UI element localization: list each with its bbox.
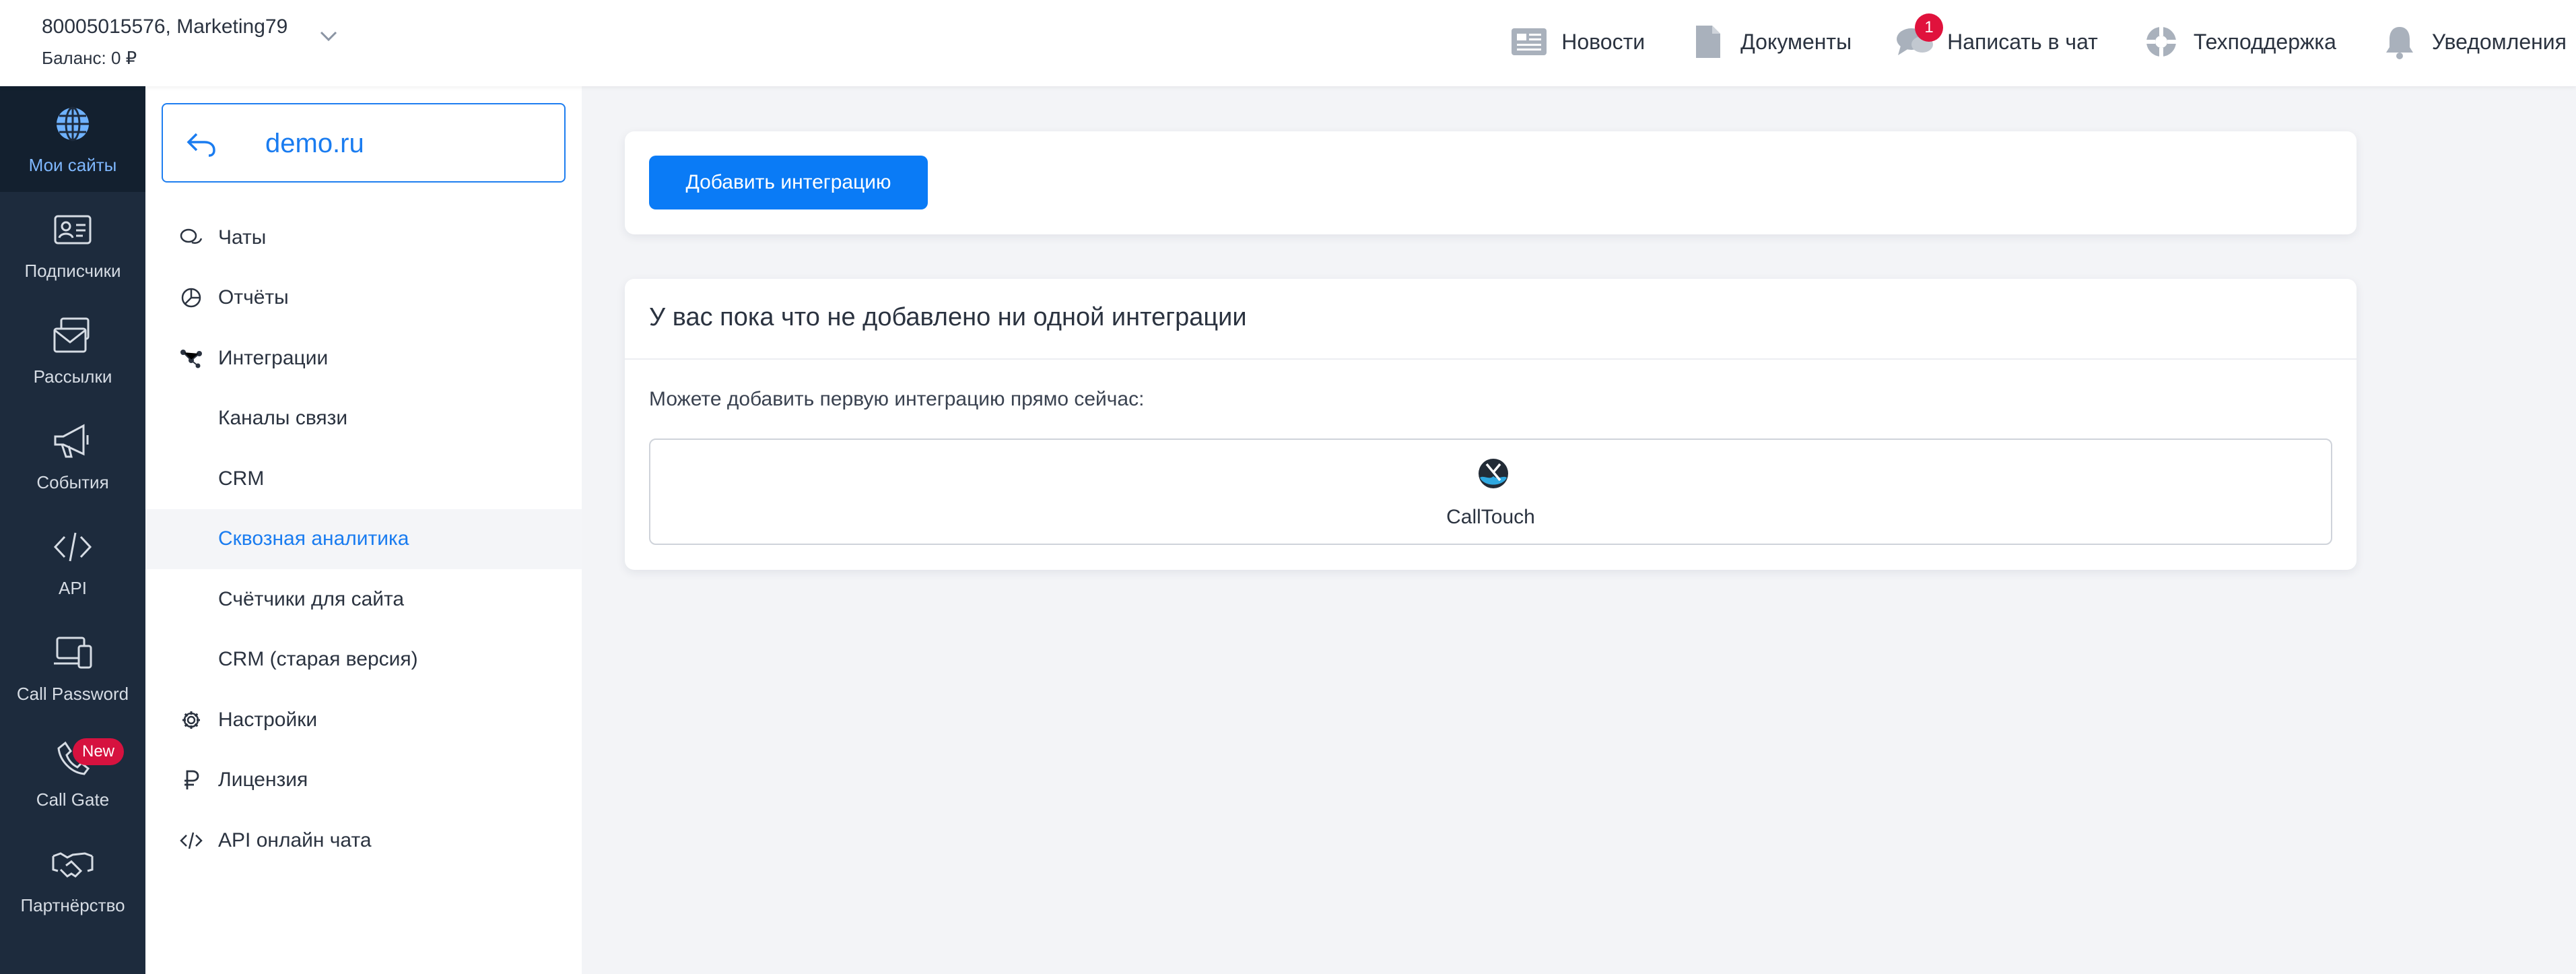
actions-card: Добавить интеграцию bbox=[625, 131, 2357, 234]
top-navigation: Новости Документы 1 Написать в чат Техпо… bbox=[1509, 13, 2567, 65]
rail-item-partnership[interactable]: Партнёрство bbox=[0, 826, 145, 932]
menu-item-chats[interactable]: Чаты bbox=[145, 207, 582, 268]
top-nav-news-label: Новости bbox=[1561, 29, 1646, 54]
menu-item-reports[interactable]: Отчёты bbox=[145, 268, 582, 329]
divider bbox=[625, 358, 2357, 360]
rail-item-subscribers[interactable]: Подписчики bbox=[0, 192, 145, 298]
calltouch-logo-icon bbox=[1477, 457, 1510, 490]
document-icon bbox=[1688, 22, 1728, 62]
megaphone-icon bbox=[51, 420, 94, 463]
add-integration-button[interactable]: Добавить интеграцию bbox=[649, 156, 928, 209]
top-nav-notifications[interactable]: Уведомления bbox=[2379, 19, 2567, 65]
rail-label: API bbox=[59, 578, 87, 598]
rail-label: Call Gate bbox=[36, 789, 110, 810]
rail-item-call-password[interactable]: Call Password bbox=[0, 615, 145, 721]
top-nav-chat[interactable]: 1 Написать в чат bbox=[1895, 13, 2098, 65]
menu-label: Сквозная аналитика bbox=[218, 527, 409, 550]
rail-label: Рассылки bbox=[33, 366, 112, 387]
top-header: 80005015576, Marketing79 Баланс: 0 ₽ Нов… bbox=[0, 0, 2576, 86]
account-balance: Баланс: 0 ₽ bbox=[42, 48, 137, 68]
top-nav-support-label: Техподдержка bbox=[2193, 29, 2336, 54]
pie-chart-icon bbox=[179, 286, 203, 310]
menu-item-end-to-end-analytics[interactable]: Сквозная аналитика bbox=[145, 509, 582, 569]
top-nav-support[interactable]: Техподдержка bbox=[2141, 19, 2336, 65]
rail-label: Call Password bbox=[16, 684, 129, 704]
integrations-card: У вас пока что не добавлено ни одной инт… bbox=[625, 279, 2357, 570]
menu-label: API онлайн чата bbox=[218, 829, 372, 851]
menu-label: Настройки bbox=[218, 708, 318, 731]
account-switcher[interactable]: 80005015576, Marketing79 Баланс: 0 ₽ bbox=[42, 13, 287, 71]
site-menu: Чаты Отчёты Интеграции Каналы связи CRM … bbox=[145, 207, 582, 871]
new-badge: New bbox=[73, 738, 125, 765]
account-name: 80005015576, Marketing79 bbox=[42, 15, 288, 38]
rail-item-events[interactable]: События bbox=[0, 403, 145, 509]
site-sidebar: demo.ru Чаты Отчёты Интеграции Каналы св… bbox=[145, 86, 582, 974]
integration-nodes-icon bbox=[179, 346, 203, 370]
top-nav-documents-label: Документы bbox=[1740, 29, 1852, 54]
rail-label: Подписчики bbox=[24, 261, 121, 281]
code-icon bbox=[51, 525, 94, 569]
globe-icon bbox=[51, 102, 94, 145]
rail-item-my-sites[interactable]: Мои сайты bbox=[0, 86, 145, 192]
top-nav-news[interactable]: Новости bbox=[1509, 19, 1645, 65]
top-nav-chat-label: Написать в чат bbox=[1947, 29, 2098, 54]
main-rail: Мои сайты Подписчики Рассылки События AP… bbox=[0, 86, 145, 974]
site-selector[interactable]: demo.ru bbox=[162, 103, 566, 183]
menu-item-crm-legacy[interactable]: CRM (старая версия) bbox=[145, 630, 582, 690]
newspaper-icon bbox=[1509, 22, 1549, 62]
chat-icon: 1 bbox=[1895, 13, 1944, 62]
site-name: demo.ru bbox=[265, 129, 364, 158]
top-nav-notifications-label: Уведомления bbox=[2431, 29, 2567, 54]
empty-state-subtitle: Можете добавить первую интеграцию прямо … bbox=[649, 388, 1145, 410]
menu-label: Лицензия bbox=[218, 769, 308, 791]
code-icon bbox=[179, 829, 203, 853]
menu-item-settings[interactable]: Настройки bbox=[145, 690, 582, 750]
menu-item-site-counters[interactable]: Счётчики для сайта bbox=[145, 569, 582, 630]
rail-label: Мои сайты bbox=[28, 155, 117, 175]
devices-icon bbox=[51, 631, 94, 674]
menu-item-chat-api[interactable]: API онлайн чата bbox=[145, 810, 582, 871]
menu-label: Чаты bbox=[218, 226, 267, 249]
menu-label: Каналы связи bbox=[218, 407, 348, 430]
handshake-icon bbox=[51, 843, 94, 886]
top-nav-documents[interactable]: Документы bbox=[1688, 19, 1852, 65]
mail-stack-icon bbox=[51, 314, 94, 357]
menu-label: Интеграции bbox=[218, 346, 329, 369]
chevron-down-icon[interactable] bbox=[315, 23, 342, 50]
integration-tile-calltouch[interactable]: CallTouch bbox=[649, 439, 2332, 545]
menu-label: CRM bbox=[218, 467, 265, 490]
menu-item-license[interactable]: Лицензия bbox=[145, 750, 582, 811]
gear-icon bbox=[179, 708, 203, 732]
rail-item-mailings[interactable]: Рассылки bbox=[0, 298, 145, 403]
rail-item-call-gate[interactable]: New Call Gate bbox=[0, 721, 145, 826]
menu-label: CRM (старая версия) bbox=[218, 648, 418, 671]
rail-label: События bbox=[36, 472, 109, 492]
back-arrow-icon[interactable] bbox=[184, 127, 218, 161]
rail-item-api[interactable]: API bbox=[0, 509, 145, 615]
menu-item-channels[interactable]: Каналы связи bbox=[145, 389, 582, 449]
bell-icon bbox=[2379, 22, 2420, 62]
contact-card-icon bbox=[51, 208, 94, 251]
menu-label: Отчёты bbox=[218, 286, 289, 309]
ruble-icon bbox=[179, 768, 203, 792]
menu-label: Счётчики для сайта bbox=[218, 587, 405, 610]
lifebuoy-icon bbox=[2141, 22, 2181, 62]
menu-item-integrations[interactable]: Интеграции bbox=[145, 328, 582, 389]
integration-name: CallTouch bbox=[1446, 506, 1535, 528]
rail-label: Партнёрство bbox=[20, 895, 125, 915]
menu-item-crm[interactable]: CRM bbox=[145, 449, 582, 509]
chat-unread-badge: 1 bbox=[1915, 13, 1944, 42]
chat-bubbles-icon bbox=[179, 226, 203, 250]
empty-state-title: У вас пока что не добавлено ни одной инт… bbox=[649, 303, 1247, 331]
